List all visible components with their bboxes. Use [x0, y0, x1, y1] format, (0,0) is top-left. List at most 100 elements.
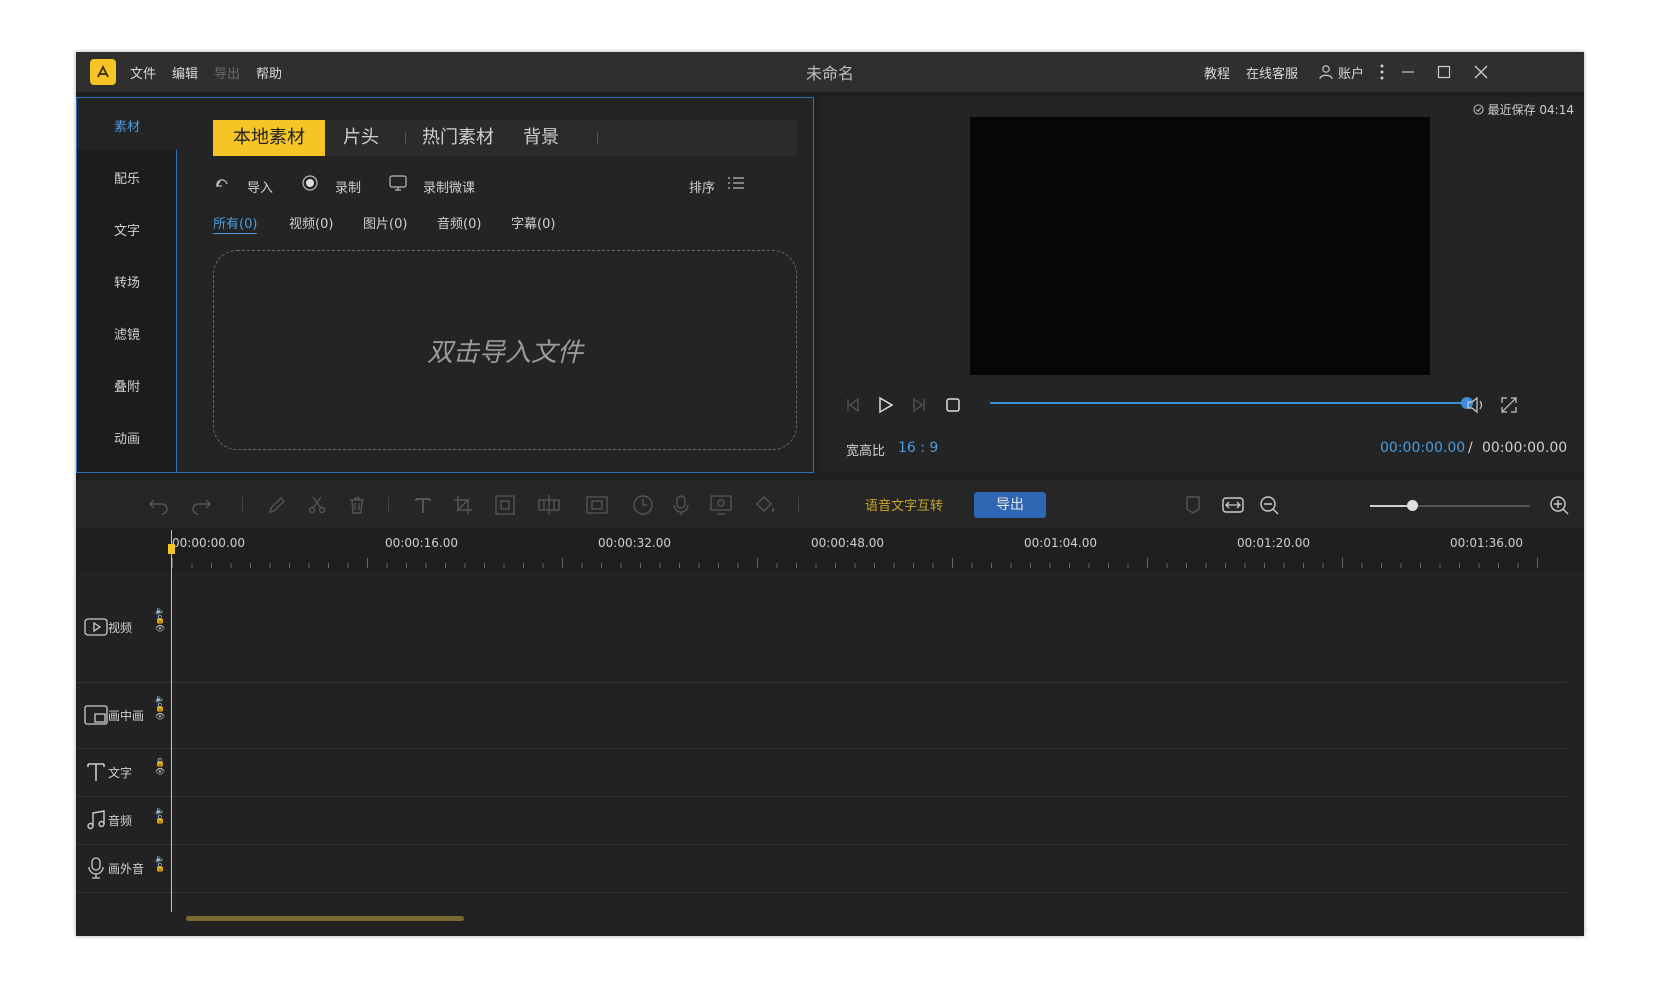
- filter-video[interactable]: 视频(0): [289, 213, 333, 232]
- saved-status: 最近保存 04:14: [1473, 101, 1574, 118]
- editor-window: 文件 编辑 导出 帮助 未命名 教程 在线客服 账户 素材 配乐 文字 转场 滤…: [76, 52, 1584, 936]
- undo-icon[interactable]: [146, 492, 172, 518]
- mute-icon[interactable]: 🔈: [155, 806, 165, 815]
- track-row-video[interactable]: 视频 🔈 🔓 👁: [76, 572, 1566, 683]
- sidebar-item-music[interactable]: 配乐: [77, 168, 177, 187]
- track-row-text[interactable]: 文字 🔓 👁: [76, 748, 1566, 797]
- prev-frame-icon[interactable]: [840, 392, 866, 418]
- fullscreen-icon[interactable]: [1496, 392, 1522, 418]
- playhead-line[interactable]: [171, 530, 172, 912]
- ruler-ticks: [172, 558, 1538, 568]
- track-row-pip[interactable]: 画中画 🔈 🔓 👁: [76, 682, 1566, 749]
- drop-hint: 双击导入文件: [426, 337, 583, 368]
- marker-icon[interactable]: [1180, 492, 1206, 518]
- tab-background[interactable]: 背景: [513, 120, 569, 156]
- ruler-tick-label: 00:00:00.00: [172, 536, 245, 550]
- eye-icon[interactable]: 👁: [155, 624, 165, 633]
- zoom-in-icon[interactable]: [1546, 492, 1572, 518]
- play-icon[interactable]: [872, 392, 898, 418]
- edit-pencil-icon[interactable]: [264, 492, 290, 518]
- import-icon[interactable]: [209, 170, 235, 196]
- menu-file[interactable]: 文件: [130, 63, 156, 82]
- eye-icon[interactable]: 👁: [155, 767, 165, 776]
- speech-text-convert-button[interactable]: 语音文字互转: [865, 495, 943, 514]
- mute-icon[interactable]: 🔈: [155, 854, 165, 863]
- mosaic-icon[interactable]: [536, 492, 562, 518]
- service-link[interactable]: 在线客服: [1246, 63, 1298, 82]
- tab-local-material[interactable]: 本地素材: [213, 120, 325, 156]
- sidebar-item-text[interactable]: 文字: [77, 220, 177, 239]
- time-separator: /: [1468, 440, 1473, 456]
- tab-intro[interactable]: 片头: [333, 120, 389, 156]
- sidebar-item-filter[interactable]: 滤镜: [77, 324, 177, 343]
- filter-image[interactable]: 图片(0): [363, 213, 407, 232]
- ruler-tick-label: 00:01:04.00: [1024, 536, 1097, 550]
- menu-export[interactable]: 导出: [214, 63, 240, 82]
- voiceover-mic-icon[interactable]: [668, 492, 694, 518]
- sort-label[interactable]: 排序: [689, 177, 715, 196]
- lock-icon[interactable]: 🔓: [155, 863, 165, 872]
- track-row-voiceover[interactable]: 画外音 🔈 🔓: [76, 844, 1566, 893]
- tutorial-link[interactable]: 教程: [1204, 63, 1230, 82]
- eye-icon[interactable]: 👁: [155, 712, 165, 721]
- import-dropzone[interactable]: 双击导入文件: [213, 250, 797, 450]
- record-button[interactable]: 录制: [335, 177, 361, 196]
- redo-icon[interactable]: [188, 492, 214, 518]
- more-icon[interactable]: [1370, 60, 1394, 84]
- lock-icon[interactable]: 🔓: [155, 615, 165, 624]
- media-panel: 素材 配乐 文字 转场 滤镜 叠附 动画 本地素材 片头 热门素材 背景 导入 …: [76, 97, 814, 473]
- lock-icon[interactable]: 🔓: [155, 703, 165, 712]
- tab-separator: [405, 132, 406, 145]
- zoom-out-icon[interactable]: [1256, 492, 1282, 518]
- track-controls: 🔈 🔓: [154, 806, 166, 824]
- filter-all[interactable]: 所有(0): [213, 213, 258, 234]
- playback-progress-track[interactable]: [990, 402, 1470, 404]
- lock-icon[interactable]: 🔓: [155, 815, 165, 824]
- track-label: 画外音: [108, 862, 145, 876]
- record-course-icon[interactable]: [385, 170, 411, 196]
- zoom-frame-icon[interactable]: [492, 492, 518, 518]
- text-tool-icon[interactable]: [410, 492, 436, 518]
- freeze-frame-icon[interactable]: [584, 492, 610, 518]
- close-icon[interactable]: [1469, 60, 1493, 84]
- track-controls: 🔈 🔓: [154, 854, 166, 872]
- account-link[interactable]: 账户: [1338, 63, 1364, 82]
- aspect-ratio-value[interactable]: 16 : 9: [898, 440, 938, 456]
- next-frame-icon[interactable]: [906, 392, 932, 418]
- lock-icon[interactable]: 🔓: [155, 758, 165, 767]
- filter-audio[interactable]: 音频(0): [437, 213, 481, 232]
- delete-icon[interactable]: [344, 492, 370, 518]
- filter-subtitle[interactable]: 字幕(0): [511, 213, 555, 232]
- sidebar-divider: [176, 150, 177, 472]
- minimize-icon[interactable]: [1396, 60, 1420, 84]
- sidebar-item-material[interactable]: 素材: [77, 116, 177, 135]
- timeline-horizontal-scrollbar[interactable]: [186, 916, 464, 921]
- mute-icon[interactable]: 🔈: [155, 606, 165, 615]
- screen-record-icon[interactable]: [708, 492, 734, 518]
- crop-icon[interactable]: [450, 492, 476, 518]
- record-icon[interactable]: [297, 170, 323, 196]
- sidebar-item-overlay[interactable]: 叠附: [77, 376, 177, 395]
- scissors-icon[interactable]: [304, 492, 330, 518]
- record-course-button[interactable]: 录制微课: [423, 177, 475, 196]
- fit-timeline-icon[interactable]: [1220, 492, 1246, 518]
- menu-edit[interactable]: 编辑: [172, 63, 198, 82]
- sidebar-item-transition[interactable]: 转场: [77, 272, 177, 291]
- tab-hot-material[interactable]: 热门素材: [413, 120, 503, 156]
- import-button[interactable]: 导入: [247, 177, 273, 196]
- sort-list-icon[interactable]: [723, 170, 749, 196]
- menu-help[interactable]: 帮助: [256, 63, 282, 82]
- playhead-handle[interactable]: [168, 544, 175, 554]
- track-row-audio[interactable]: 音频 🔈 🔓: [76, 796, 1566, 845]
- speed-clock-icon[interactable]: [630, 492, 656, 518]
- export-button[interactable]: 导出: [974, 492, 1046, 518]
- user-icon[interactable]: [1314, 60, 1338, 84]
- sidebar-item-animation[interactable]: 动画: [77, 428, 177, 447]
- color-fill-icon[interactable]: [752, 492, 778, 518]
- maximize-icon[interactable]: [1432, 60, 1456, 84]
- timeline-zoom-handle[interactable]: [1407, 500, 1418, 511]
- timeline-ruler[interactable]: 00:00:00.00 00:00:16.00 00:00:32.00 00:0…: [76, 528, 1584, 572]
- mute-icon[interactable]: 🔈: [155, 694, 165, 703]
- stop-icon[interactable]: [940, 392, 966, 418]
- volume-icon[interactable]: [1462, 392, 1488, 418]
